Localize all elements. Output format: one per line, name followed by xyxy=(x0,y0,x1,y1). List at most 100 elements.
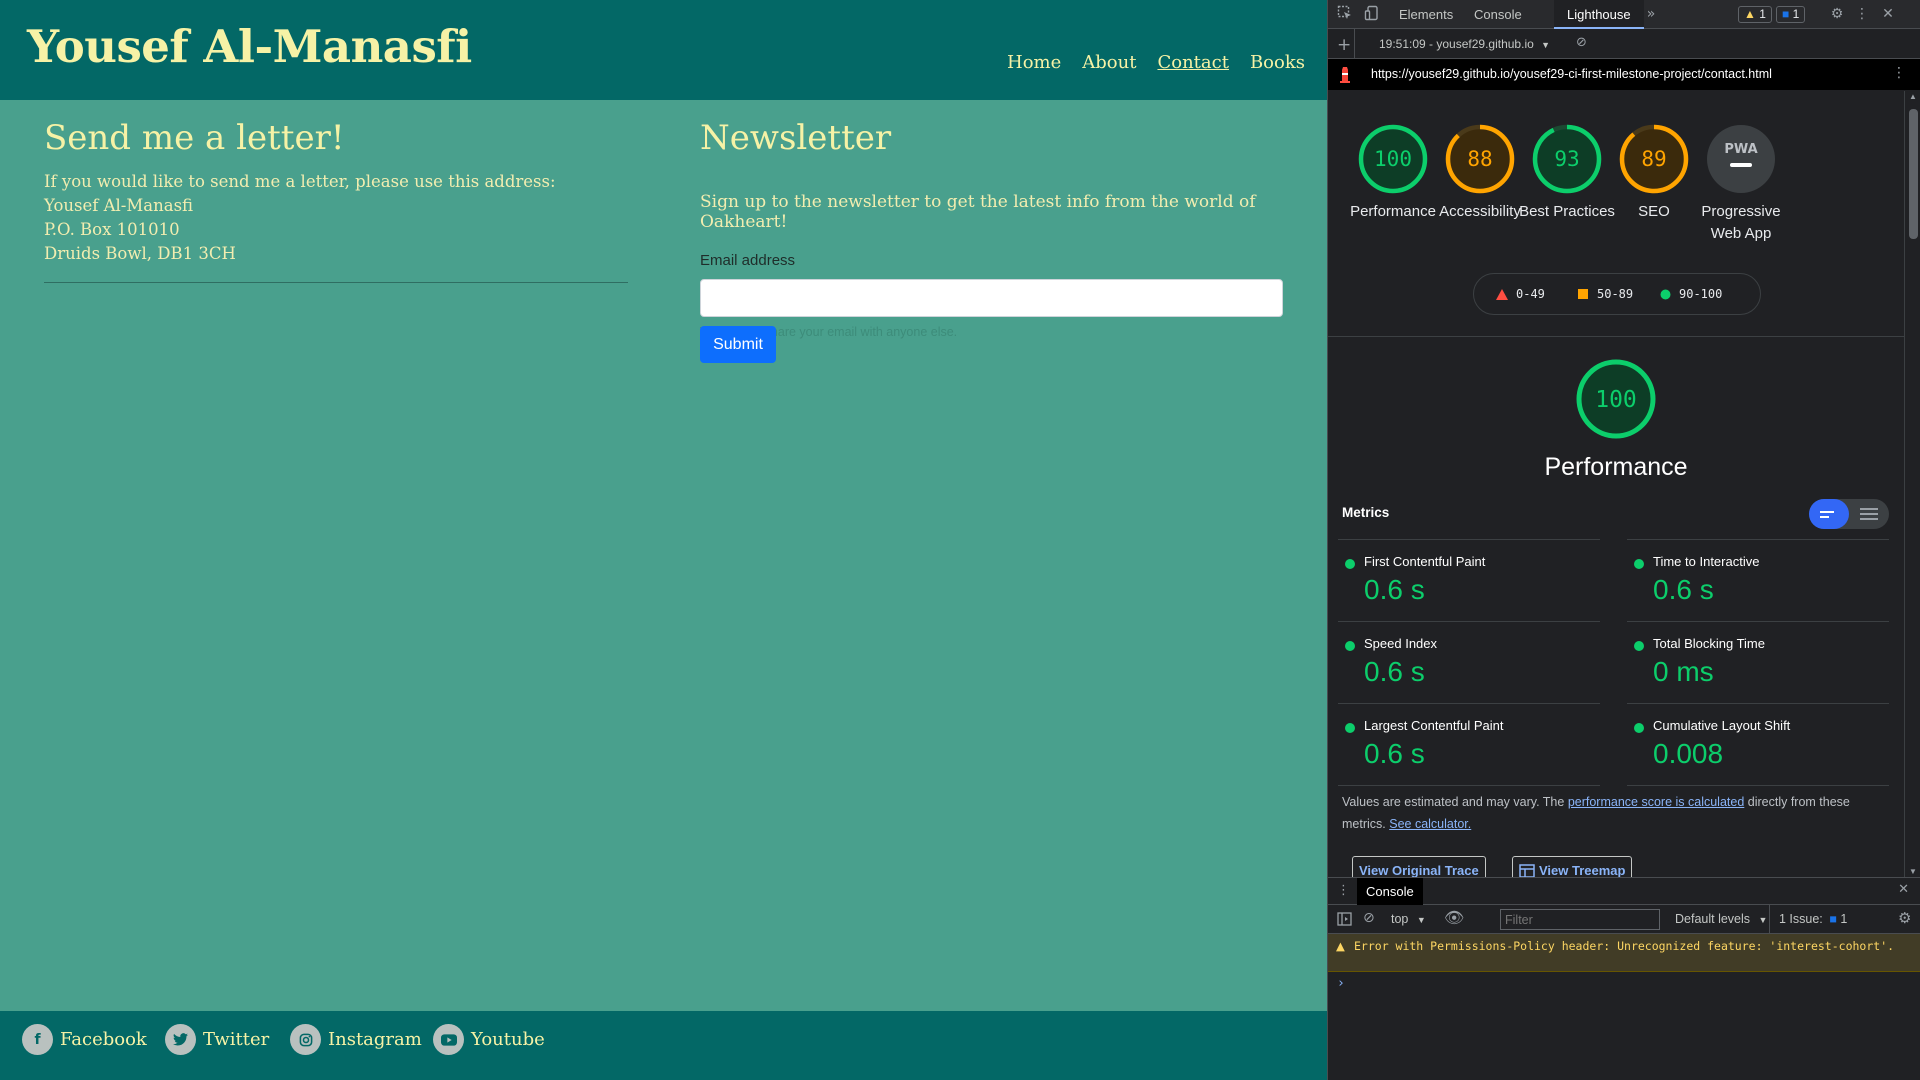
nav-contact-link[interactable]: Contact xyxy=(1157,52,1228,73)
warning-icon: ▲ xyxy=(1744,7,1756,21)
social-label: Facebook xyxy=(60,1029,147,1050)
gear-icon[interactable]: ⚙ xyxy=(1828,5,1846,23)
social-facebook-link[interactable]: f Facebook xyxy=(22,1024,147,1055)
gauge-pwa[interactable]: PWA Progressive Web App xyxy=(1686,123,1796,245)
score-gauge-icon: 93 xyxy=(1532,124,1602,194)
report-menu-icon[interactable]: ⋮ xyxy=(1892,65,1906,81)
nav-about-link[interactable]: About xyxy=(1082,52,1136,73)
social-twitter-link[interactable]: Twitter xyxy=(165,1024,269,1055)
address-po-box: P.O. Box 101010 xyxy=(44,220,180,239)
pass-dot-icon xyxy=(1634,559,1644,569)
scrollbar-thumb[interactable] xyxy=(1909,109,1918,239)
console-warning-message: ▲ Error with Permissions-Policy header: … xyxy=(1328,934,1920,972)
drawer-tab-console[interactable]: Console xyxy=(1357,878,1423,905)
metric-fcp: First Contentful Paint 0.6 s xyxy=(1338,539,1600,621)
inspect-element-icon[interactable] xyxy=(1336,5,1354,23)
console-drawer: ⋮ Console ✕ ⊘ top ▼ 👁 Default levels ▼ 1… xyxy=(1328,877,1920,1080)
svg-text:89: 89 xyxy=(1641,147,1666,171)
clear-console-icon[interactable]: ⊘ xyxy=(1363,910,1375,926)
clear-reports-icon[interactable]: ⊘ xyxy=(1576,35,1587,50)
site-footer: f Facebook Twitter Instagram Youtube xyxy=(0,1011,1327,1080)
console-filter-input[interactable] xyxy=(1500,909,1660,930)
report-url[interactable]: https://yousef29.github.io/yousef29-ci-f… xyxy=(1371,67,1772,81)
letter-divider xyxy=(44,282,628,283)
report-url-bar: https://yousef29.github.io/yousef29-ci-f… xyxy=(1328,59,1920,90)
see-calculator-link[interactable]: See calculator. xyxy=(1389,817,1471,831)
address-name: Yousef Al-Manasfi xyxy=(44,196,194,215)
drawer-menu-icon[interactable]: ⋮ xyxy=(1337,883,1350,898)
device-toolbar-icon[interactable] xyxy=(1363,5,1381,23)
context-selector[interactable]: top ▼ xyxy=(1391,912,1426,926)
new-report-icon[interactable]: + xyxy=(1337,35,1351,55)
dropdown-arrow-icon: ▼ xyxy=(1758,915,1768,925)
svg-text:100: 100 xyxy=(1374,147,1412,171)
kebab-menu-icon[interactable]: ⋮ xyxy=(1853,5,1871,23)
issues-badge[interactable]: ■ 1 xyxy=(1776,6,1806,23)
orange-square-icon xyxy=(1578,288,1588,299)
more-tabs-icon[interactable]: » xyxy=(1642,5,1660,23)
metrics-view-toggle[interactable] xyxy=(1809,499,1889,529)
warning-icon: ▲ xyxy=(1336,939,1345,953)
lighthouse-logo-icon xyxy=(1338,66,1352,86)
drawer-tabbar: ⋮ Console ✕ xyxy=(1328,878,1920,905)
website-viewport: Yousef Al-Manasfi Home About Contact Boo… xyxy=(0,0,1327,1080)
score-gauge-icon: 100 xyxy=(1576,359,1656,439)
lighthouse-report: 100 Performance 88 Accessibility 93 Best… xyxy=(1328,91,1904,877)
score-gauge-icon: 89 xyxy=(1619,124,1689,194)
close-drawer-icon[interactable]: ✕ xyxy=(1898,882,1909,897)
svg-text:88: 88 xyxy=(1467,147,1492,171)
submit-button[interactable]: Submit xyxy=(700,326,776,363)
dropdown-arrow-icon: ▼ xyxy=(1416,915,1426,925)
close-icon[interactable]: ✕ xyxy=(1879,5,1897,23)
legend-pass: 90-100 xyxy=(1660,287,1722,301)
console-prompt[interactable]: › xyxy=(1328,972,1920,995)
tab-console[interactable]: Console xyxy=(1461,0,1535,29)
letter-title: Send me a letter! xyxy=(44,118,345,158)
legend-fail: 0-49 xyxy=(1496,287,1545,301)
compact-view-icon[interactable] xyxy=(1809,499,1849,529)
report-scrollbar[interactable]: ▲ ▼ xyxy=(1904,91,1920,877)
postal-address: If you would like to send me a letter, p… xyxy=(44,170,628,266)
metrics-note: Values are estimated and may vary. The p… xyxy=(1342,795,1850,831)
score-calculation-link[interactable]: performance score is calculated xyxy=(1568,795,1744,809)
nav-books-link[interactable]: Books xyxy=(1250,52,1305,73)
metric-cls: Cumulative Layout Shift 0.008 xyxy=(1627,703,1889,786)
social-instagram-link[interactable]: Instagram xyxy=(290,1024,422,1055)
letter-intro: If you would like to send me a letter, p… xyxy=(44,172,556,191)
sidebar-toggle-icon[interactable] xyxy=(1337,912,1352,929)
site-brand[interactable]: Yousef Al-Manasfi xyxy=(27,20,472,73)
pass-dot-icon xyxy=(1634,641,1644,651)
tab-elements[interactable]: Elements xyxy=(1386,0,1466,29)
log-levels-dropdown[interactable]: Default levels ▼ xyxy=(1675,912,1767,926)
metric-speed-index: Speed Index 0.6 s xyxy=(1338,621,1600,703)
youtube-icon xyxy=(433,1024,464,1055)
warnings-badge[interactable]: ▲ 1 xyxy=(1738,6,1772,23)
devtools-panel: Elements Console Lighthouse » ▲ 1 ■ 1 ⚙ … xyxy=(1327,0,1920,1080)
console-settings-gear-icon[interactable]: ⚙ xyxy=(1898,909,1911,927)
social-label: Twitter xyxy=(203,1029,270,1050)
email-help-text: We'll never share your email with anyone… xyxy=(700,325,958,339)
tab-lighthouse[interactable]: Lighthouse xyxy=(1554,0,1644,29)
pwa-badge-icon: PWA xyxy=(1707,125,1775,193)
report-selector[interactable]: 19:51:09 - yousef29.github.io ▼ xyxy=(1379,37,1550,51)
scroll-down-icon[interactable]: ▼ xyxy=(1909,867,1917,876)
social-label: Instagram xyxy=(328,1029,422,1050)
legend-average: 50-89 xyxy=(1578,287,1633,301)
eye-icon[interactable]: 👁 xyxy=(1444,908,1464,927)
metric-lcp: Largest Contentful Paint 0.6 s xyxy=(1338,703,1600,786)
section-divider xyxy=(1328,336,1904,337)
message-icon: ■ xyxy=(1829,912,1837,926)
nav-home-link[interactable]: Home xyxy=(1007,52,1061,73)
view-treemap-button[interactable]: View Treemap xyxy=(1512,856,1633,877)
issues-counter[interactable]: 1 Issue: ■ 1 xyxy=(1779,912,1847,926)
newsletter-description: Sign up to the newsletter to get the lat… xyxy=(700,192,1256,232)
address-city: Druids Bowl, DB1 3CH xyxy=(44,244,236,263)
main-nav: Home About Contact Books xyxy=(1007,52,1305,73)
expanded-view-icon[interactable] xyxy=(1849,499,1889,529)
metric-tti: Time to Interactive 0.6 s xyxy=(1627,539,1889,621)
social-youtube-link[interactable]: Youtube xyxy=(433,1024,545,1055)
gauge-label: Progressive Web App xyxy=(1701,203,1781,242)
email-input[interactable] xyxy=(700,279,1283,317)
view-original-trace-button[interactable]: View Original Trace xyxy=(1352,856,1486,877)
scroll-up-icon[interactable]: ▲ xyxy=(1909,92,1917,101)
